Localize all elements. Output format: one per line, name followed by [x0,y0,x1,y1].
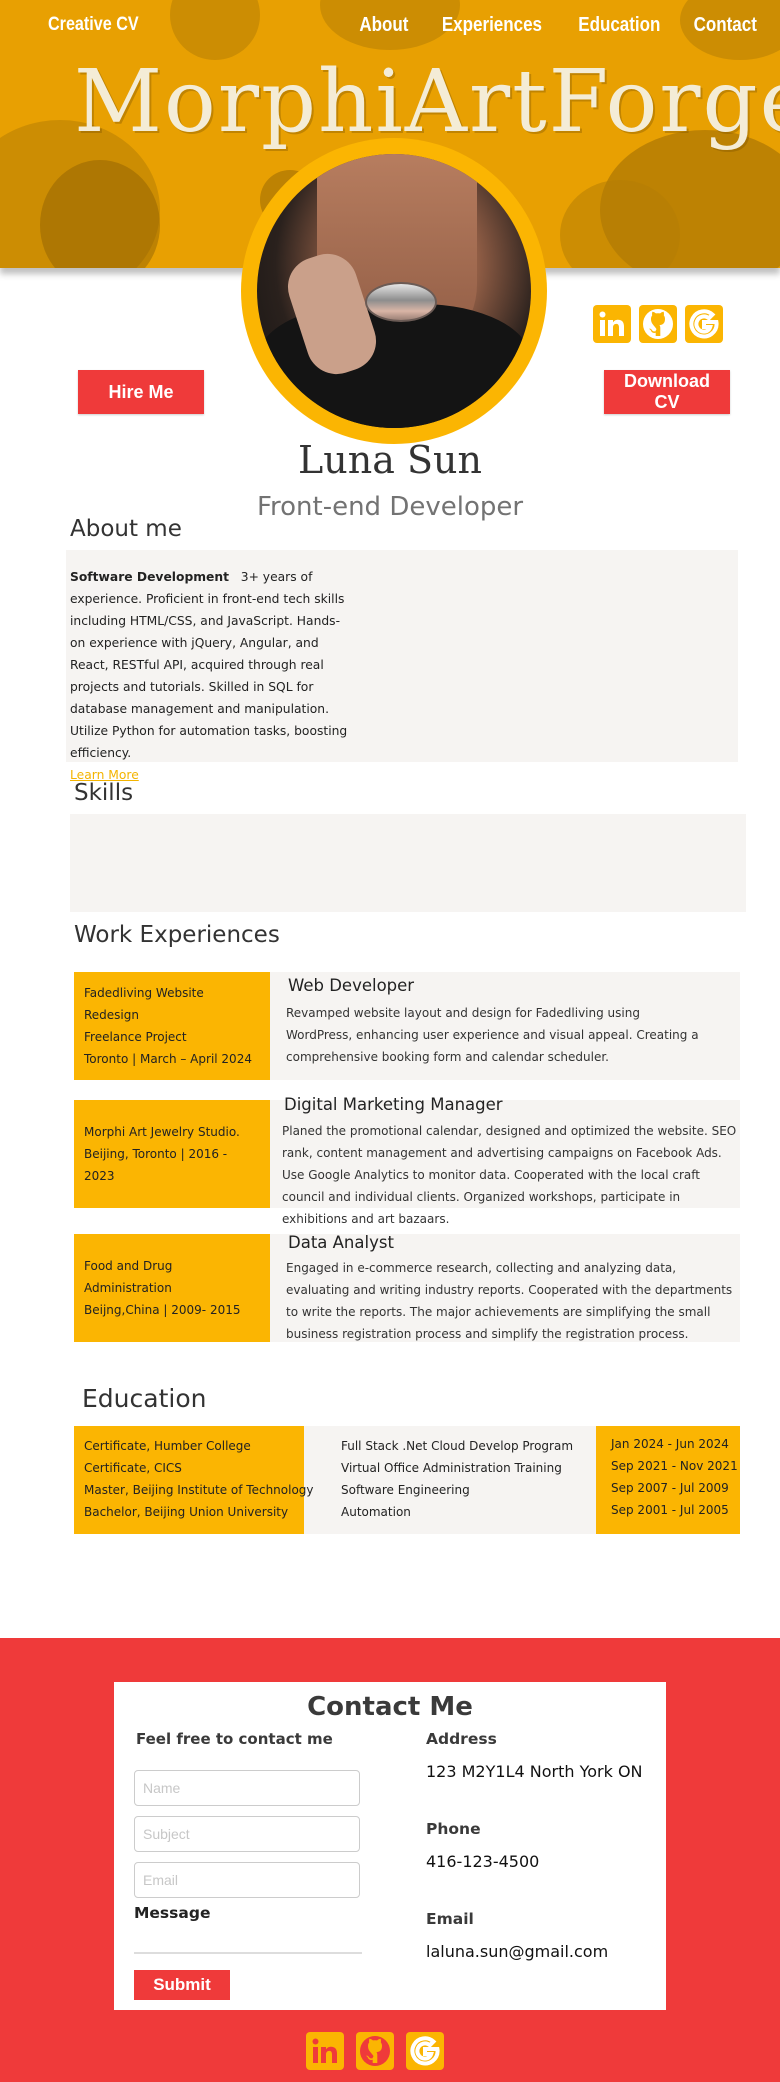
education-heading: Education [82,1384,207,1413]
google-icon[interactable] [406,2032,444,2070]
experience-card: Morphi Art Jewelry Studio. Beijing, Toro… [74,1100,270,1208]
experience-title: Digital Marketing Manager [284,1095,503,1114]
profile-name: Luna Sun [298,438,482,482]
skills-heading: Skills [74,780,134,806]
education-programs: Full Stack .Net Cloud Develop Program Vi… [341,1435,573,1523]
experience-item: Morphi Art Jewelry Studio. Beijing, Toro… [74,1095,740,1226]
date-item: Sep 2007 - Jul 2009 [611,1481,729,1495]
about-text-block: Software Development 3+ years of experie… [70,566,350,786]
degree-item: Certificate, CICS [84,1461,182,1475]
nav-education[interactable]: Education [578,14,660,37]
program-item: Full Stack .Net Cloud Develop Program [341,1439,574,1453]
experience-org: Morphi Art Jewelry Studio. [84,1125,240,1139]
github-icon[interactable] [639,305,677,343]
education-dates: Jan 2024 - Jun 2024 Sep 2021 - Nov 2021 … [596,1426,740,1534]
degree-item: Certificate, Humber College [84,1439,251,1453]
experience-title: Web Developer [288,976,415,995]
nav-contact[interactable]: Contact [693,14,756,37]
experience-type: Freelance Project [84,1030,187,1044]
hire-me-button[interactable]: Hire Me [78,370,204,414]
degree-item: Master, Beijing Institute of Technology [84,1483,314,1497]
social-links-top [593,305,723,343]
program-item: Virtual Office Administration Training [341,1461,562,1475]
experience-item: Food and Drug Administration Beijng,Chin… [74,1233,740,1342]
about-heading: About me [70,516,182,542]
hero-title: MorphiArtForge [74,52,780,152]
about-lead: Software Development [70,570,230,584]
experience-desc: Revamped website layout and design for F… [286,1006,699,1064]
linkedin-icon[interactable] [593,305,631,343]
date-item: Sep 2021 - Nov 2021 [611,1459,738,1473]
experience-title: Data Analyst [288,1233,394,1252]
nav-about[interactable]: About [360,14,409,37]
about-description: 3+ years of experience. Proficient in fr… [70,570,348,760]
experience-location: Toronto | March – April 2024 [84,1052,252,1066]
phone-label: Phone [426,1820,481,1838]
experience-desc: Planed the promotional calendar, designe… [282,1124,737,1226]
message-label: Message [134,1904,211,1922]
social-links-bottom [306,2032,444,2070]
date-item: Sep 2001 - Jul 2005 [611,1503,729,1517]
skills-panel [70,814,746,912]
profile-avatar [241,138,547,444]
experiences-heading: Work Experiences [74,922,280,948]
brand-logo[interactable]: Creative CV [48,14,139,36]
email-label: Email [426,1910,474,1928]
message-input[interactable] [134,1952,362,1954]
main-nav: About Experiences Education Contact [355,14,762,37]
experience-org: Food and Drug Administration [84,1259,173,1295]
name-field[interactable] [134,1770,360,1806]
contact-title: Contact Me [307,1692,473,1722]
address-value: 123 M2Y1L4 North York ON [426,1762,643,1781]
google-icon[interactable] [685,305,723,343]
program-item: Automation [341,1505,411,1519]
experience-location: Beijing, Toronto | 2016 - 2023 [84,1147,228,1183]
date-item: Jan 2024 - Jun 2024 [611,1437,729,1451]
experience-org: Fadedliving Website Redesign [84,986,204,1022]
program-item: Software Engineering [341,1483,470,1497]
subject-field[interactable] [134,1816,360,1852]
contact-subtitle: Feel free to contact me [136,1730,333,1748]
degree-item: Bachelor, Beijing Union University [84,1505,289,1519]
education-degrees: Certificate, Humber College Certificate,… [74,1426,314,1534]
github-icon[interactable] [356,2032,394,2070]
download-cv-button[interactable]: Download CV [604,370,730,414]
experience-desc: Engaged in e-commerce research, collecti… [286,1261,733,1341]
contact-section: Contact Me Feel free to contact me Messa… [0,1638,780,2082]
experience-card: Fadedliving Website Redesign Freelance P… [74,972,270,1080]
linkedin-icon[interactable] [306,2032,344,2070]
address-label: Address [426,1730,497,1748]
email-field[interactable] [134,1862,360,1898]
nav-experiences[interactable]: Experiences [442,14,542,37]
email-value[interactable]: laluna.sun@gmail.com [426,1942,608,1961]
experience-location: Beijng,China | 2009- 2015 [84,1303,241,1317]
experience-item: Fadedliving Website Redesign Freelance P… [74,972,740,1080]
profile-photo [257,154,531,428]
education-panel: Certificate, Humber College Certificate,… [74,1426,740,1534]
contact-card: Contact Me Feel free to contact me Messa… [114,1682,666,2010]
experience-card: Food and Drug Administration Beijng,Chin… [74,1234,270,1342]
phone-value: 416-123-4500 [426,1852,540,1871]
submit-button[interactable]: Submit [134,1970,230,2000]
